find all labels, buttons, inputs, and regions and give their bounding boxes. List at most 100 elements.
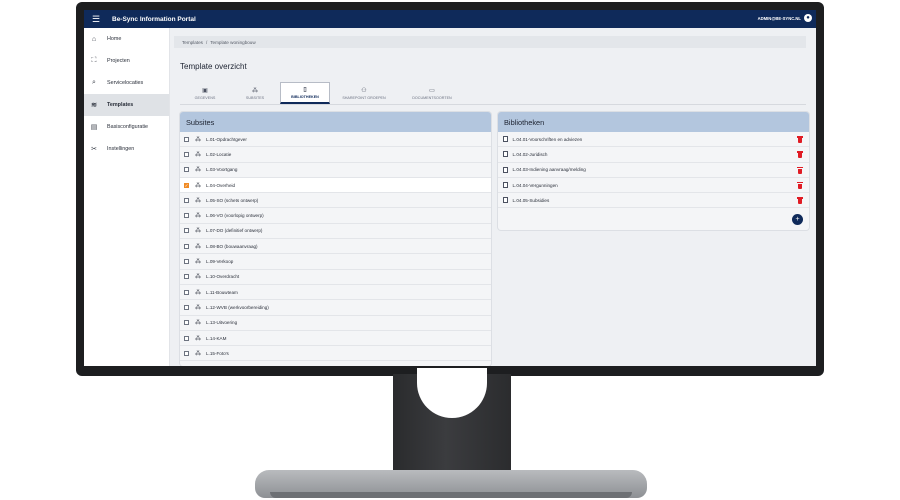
library-row[interactable]: L.04.05-Subsidies — [498, 193, 809, 209]
tab-documentsoorten[interactable]: ▭ DOCUMENTSOORTEN — [398, 82, 466, 104]
subsite-label: L.04-Overheid — [206, 182, 236, 188]
subsite-row[interactable]: ⁂ L.15-Foto's — [180, 346, 491, 362]
sidebar-item-projecten[interactable]: ⛶ Projecten — [84, 50, 169, 72]
subsite-row[interactable]: ⁂ L.13-Uitvoering — [180, 316, 491, 331]
sitemap-icon: ⛶ — [91, 57, 97, 64]
user-email: ADMIN@BE-SYNC.NL — [757, 15, 801, 21]
subsite-label: L.15-Foto's — [206, 350, 229, 356]
screen: ☰ Be-Sync Information Portal ADMIN@BE-SY… — [84, 10, 816, 366]
sitemap-icon: ⁂ — [195, 228, 201, 235]
subsite-row[interactable]: ⁂ L.08-BO (bouwaanvraag) — [180, 239, 491, 255]
sitemap-icon: ⁂ — [195, 197, 201, 204]
sidebar-item-templates[interactable]: ≋ Templates — [84, 94, 169, 116]
hamburger-menu-icon[interactable]: ☰ — [88, 14, 104, 25]
tab-label: GEGEVENS — [194, 95, 216, 100]
file-type-icon: ▭ — [429, 87, 435, 94]
subsite-checkbox[interactable] — [184, 335, 189, 341]
subsite-label: L.13-Uitvoering — [206, 320, 238, 326]
sidebar-item-basisconfiguratie[interactable]: ▤ Basisconfiguratie — [84, 116, 169, 138]
subsite-row[interactable]: ⁂ L.01-Opdrachtgever — [180, 132, 491, 148]
subsite-row[interactable]: ⁂ L.06-VO (voorlopig ontwerp) — [180, 208, 491, 224]
sitemap-icon: ⁂ — [195, 182, 201, 189]
document-icon — [503, 166, 508, 173]
trash-icon[interactable] — [797, 136, 803, 143]
database-icon: ▤ — [90, 124, 98, 131]
library-label: L.04.03-Indiening aanvraag/melding — [512, 167, 586, 173]
document-icon — [503, 151, 508, 158]
subsite-row[interactable]: ⁂ L.12-WVB (werkvoorbereiding) — [180, 300, 491, 316]
subsite-label: L.02-Locatie — [206, 151, 232, 157]
document-icon — [503, 197, 508, 204]
subsite-row[interactable]: ✓ ⁂ L.04-Overheid — [180, 177, 491, 194]
tab-sharepoint-groepen[interactable]: ⚇ SHAREPOINT GROEPEN — [330, 82, 398, 104]
subsite-checkbox[interactable] — [184, 197, 189, 203]
subsites-panel: Subsites ⁂ L.01-Opdrachtgever ⁂ L.02-Locati… — [180, 112, 491, 366]
library-label: L.04.01-Voorschriften en adviezen — [512, 136, 583, 142]
subsite-checkbox[interactable] — [184, 167, 189, 173]
subsite-label: L.11-Bouwteam — [206, 289, 238, 295]
subsite-checkbox[interactable] — [184, 213, 189, 219]
subsite-checkbox[interactable] — [184, 320, 189, 326]
subsite-checkbox[interactable] — [184, 151, 189, 157]
subsites-list: ⁂ L.01-Opdrachtgever ⁂ L.02-Locatie ⁂ L.03-Vo… — [180, 132, 491, 362]
subsite-row[interactable]: ⁂ L.14-KAM — [180, 331, 491, 347]
subsite-checkbox[interactable] — [184, 228, 189, 234]
document-icon — [503, 136, 508, 143]
subsite-checkbox[interactable] — [184, 259, 189, 265]
subsite-row[interactable]: ⁂ L.11-Bouwteam — [180, 285, 491, 301]
layers-icon: ≋ — [91, 102, 97, 109]
sitemap-icon: ⁂ — [195, 167, 201, 174]
breadcrumb-current: Template woningbouw — [210, 39, 256, 45]
subsite-row[interactable]: ⁂ L.05-SO (schets ontwerp) — [180, 193, 491, 209]
subsite-row[interactable]: ⁂ L.03-Voortgang — [180, 163, 491, 178]
sidebar-item-label: Home — [107, 36, 122, 42]
tab-subsites[interactable]: ⁂ SUBSITES — [230, 82, 280, 104]
sitemap-icon: ⁂ — [252, 87, 258, 94]
trash-icon[interactable] — [797, 166, 803, 174]
tab-label: SUBSITES — [245, 95, 265, 100]
sidebar-item-home[interactable]: ⌂ Home — [84, 28, 169, 50]
bibliotheken-panel: Bibliotheken L.04.01-Voorschriften en ad… — [498, 112, 809, 230]
trash-icon[interactable] — [797, 181, 803, 189]
subsite-row[interactable]: ⁂ L.07-DO (definitief ontwerp) — [180, 224, 491, 240]
subsite-checkbox[interactable] — [184, 136, 189, 142]
sitemap-icon: ⁂ — [195, 274, 201, 281]
add-library-button[interactable]: + — [792, 214, 803, 225]
subsite-checkbox[interactable] — [184, 289, 189, 295]
library-row[interactable]: L.04.02-Juridisch — [498, 147, 809, 163]
trash-icon[interactable] — [797, 151, 803, 159]
page-title: Template overzicht — [180, 62, 247, 71]
sidebar-item-servicelocaties[interactable]: ⌕ Servicelocaties — [84, 72, 169, 94]
subsite-label: L.01-Opdrachtgever — [206, 136, 247, 142]
sitemap-icon: ⁂ — [195, 243, 201, 250]
tab-bibliotheken[interactable]: ▯ BIBLIOTHEKEN — [280, 82, 330, 104]
sitemap-icon: ⁂ — [195, 350, 201, 357]
subsite-row[interactable]: ⁂ L.09-Verkoop — [180, 254, 491, 270]
library-label: L.04.05-Subsidies — [512, 197, 550, 203]
tab-gegevens[interactable]: ▣ GEGEVENS — [180, 82, 230, 104]
subsite-checkbox[interactable] — [184, 274, 189, 280]
subsite-checkbox[interactable] — [184, 243, 189, 249]
subsite-label: L.09-Verkoop — [206, 259, 234, 265]
library-label: L.04.02-Juridisch — [512, 151, 548, 157]
subsite-label: L.03-Voortgang — [206, 167, 238, 173]
library-row[interactable]: L.04.01-Voorschriften en adviezen — [498, 132, 809, 148]
subsite-row[interactable]: ⁂ L.10-Overdracht — [180, 270, 491, 285]
sitemap-icon: ⁂ — [195, 335, 201, 342]
subsite-row[interactable]: ⁂ L.02-Locatie — [180, 147, 491, 163]
subsite-checkbox[interactable] — [184, 304, 189, 310]
sidebar-item-instellingen[interactable]: ✂ Instellingen — [84, 138, 169, 160]
subsites-header: Subsites — [180, 112, 491, 132]
tab-label: SHAREPOINT GROEPEN — [342, 95, 386, 100]
account-icon[interactable]: ● — [804, 14, 812, 22]
subsite-checkbox[interactable] — [184, 350, 189, 356]
library-row[interactable]: L.04.03-Indiening aanvraag/melding — [498, 163, 809, 178]
trash-icon[interactable] — [797, 197, 803, 205]
subsite-label: L.14-KAM — [206, 335, 227, 341]
tools-icon: ✂ — [91, 146, 97, 153]
breadcrumb: Templates / Template woningbouw — [174, 36, 806, 48]
user-menu[interactable]: ADMIN@BE-SYNC.NL ● — [758, 14, 812, 22]
library-row[interactable]: L.04.04-Vergunningen — [498, 178, 809, 194]
subsite-checkbox[interactable]: ✓ — [184, 182, 189, 188]
breadcrumb-root-link[interactable]: Templates — [182, 40, 203, 45]
